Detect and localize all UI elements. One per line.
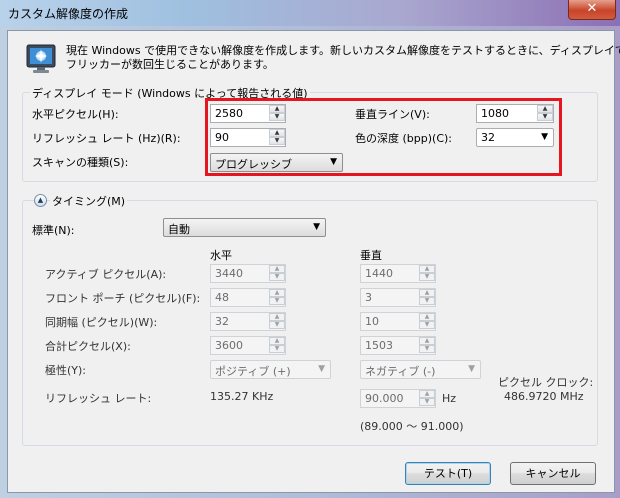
total-pixels-label: 合計ピクセル(X): [45, 340, 131, 353]
spin-up-icon: ▲ [419, 265, 435, 273]
column-horizontal: 水平 [210, 249, 232, 262]
refresh-rate-label: リフレッシュ レート (Hz)(R): [32, 132, 181, 145]
cancel-button[interactable]: キャンセル [510, 462, 596, 485]
active-pixels-label: アクティブ ピクセル(A): [45, 268, 167, 281]
spin-up-icon: ▲ [419, 390, 435, 398]
sync-width-label: 同期幅 (ピクセル)(W): [45, 316, 158, 329]
polarity-horizontal-value: ポジティブ (+) [215, 365, 291, 378]
spin-down-icon: ▼ [419, 345, 435, 353]
chevron-down-icon: ▼ [318, 364, 325, 374]
spin-down-icon: ▼ [419, 321, 435, 329]
sync-horizontal-value: 32 [215, 315, 229, 328]
spin-down-icon: ▼ [419, 273, 435, 281]
active-vertical-value: 1440 [365, 267, 393, 280]
pixel-clock-value: 486.9720 MHz [504, 390, 584, 403]
pixel-clock-label: ピクセル クロック: [498, 376, 594, 389]
column-vertical: 垂直 [360, 249, 382, 262]
spin-down-icon: ▼ [419, 398, 435, 406]
refresh-range: (89.000 〜 91.000) [360, 420, 464, 433]
spin-up-icon: ▲ [419, 289, 435, 297]
chevron-down-icon: ▼ [468, 364, 475, 374]
total-horizontal-value: 3600 [215, 339, 243, 352]
close-icon: ✕ [586, 1, 598, 16]
horizontal-pixels-label: 水平ピクセル(H): [32, 108, 119, 121]
sync-horizontal-stepper: 32 ▲ ▼ [210, 312, 286, 331]
refresh-vertical-unit: Hz [442, 392, 457, 405]
spin-down-icon: ▼ [419, 297, 435, 305]
active-horizontal-value: 3440 [215, 267, 243, 280]
polarity-label: 極性(Y): [45, 364, 87, 377]
chevron-down-icon: ▼ [313, 222, 320, 232]
polarity-horizontal-select: ポジティブ (+) ▼ [210, 360, 331, 379]
spin-up-icon: ▲ [269, 313, 285, 321]
timing-group-title[interactable]: タイミング(M) [50, 193, 128, 209]
window-title: カスタム解像度の作成 [8, 7, 129, 21]
spin-down-icon: ▼ [269, 345, 285, 353]
spin-down-icon: ▼ [269, 297, 285, 305]
front-vertical-stepper: 3 ▲ ▼ [360, 288, 436, 307]
highlight-box [205, 98, 562, 176]
spin-down-icon: ▼ [269, 273, 285, 281]
spin-up-icon: ▲ [419, 313, 435, 321]
front-horizontal-value: 48 [215, 291, 229, 304]
sync-vertical-value: 10 [365, 315, 379, 328]
active-horizontal-stepper: 3440 ▲ ▼ [210, 264, 286, 283]
spin-up-icon: ▲ [269, 337, 285, 345]
close-button[interactable]: ✕ [568, 0, 616, 20]
active-vertical-stepper: 1440 ▲ ▼ [360, 264, 436, 283]
chevron-up-icon[interactable]: ▲ [34, 194, 47, 207]
front-horizontal-stepper: 48 ▲ ▼ [210, 288, 286, 307]
title-bar: カスタム解像度の作成 ✕ [0, 0, 620, 26]
total-horizontal-stepper: 3600 ▲ ▼ [210, 336, 286, 355]
standard-select[interactable]: 自動 ▼ [163, 218, 326, 237]
timing-refresh-horizontal: 135.27 KHz [210, 390, 274, 403]
timing-refresh-rate-label: リフレッシュ レート: [45, 392, 152, 405]
spin-up-icon: ▲ [269, 289, 285, 297]
description-line2: フリッカーが数回生じることがあります。 [66, 58, 274, 71]
total-vertical-stepper: 1503 ▲ ▼ [360, 336, 436, 355]
scan-type-label: スキャンの種類(S): [32, 156, 129, 169]
standard-value: 自動 [168, 223, 190, 236]
standard-label: 標準(N): [32, 224, 75, 237]
polarity-vertical-value: ネガティブ (-) [365, 365, 436, 378]
spin-down-icon: ▼ [269, 321, 285, 329]
polarity-vertical-select: ネガティブ (-) ▼ [360, 360, 481, 379]
refresh-vertical-stepper: 90.000 ▲ ▼ [360, 389, 436, 408]
front-vertical-value: 3 [365, 291, 372, 304]
monitor-icon [26, 44, 56, 74]
front-porch-label: フロント ポーチ (ピクセル)(F): [45, 292, 201, 305]
spin-up-icon: ▲ [269, 265, 285, 273]
refresh-vertical-value: 90.000 [365, 392, 404, 405]
spin-up-icon: ▲ [419, 337, 435, 345]
sync-vertical-stepper: 10 ▲ ▼ [360, 312, 436, 331]
test-button[interactable]: テスト(T) [405, 462, 491, 485]
total-vertical-value: 1503 [365, 339, 393, 352]
